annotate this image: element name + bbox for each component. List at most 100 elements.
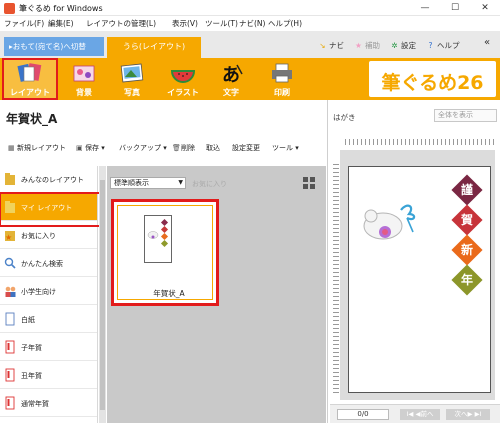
sidebar-item-regular-newyear[interactable]: 通常年賀 (0, 390, 97, 417)
menu-help[interactable]: ヘルプ(H) (268, 18, 302, 29)
preview-status-bar: 0/0 I◀ ◀前へ 次へ▶ ▶I (330, 404, 500, 423)
background-button[interactable]: 背景 (58, 60, 110, 98)
layout-thumbnail[interactable]: 年賀状_A (111, 199, 219, 306)
thumbnail-paper (144, 215, 172, 263)
postcard-preview: 謹 賀 新 年 (348, 166, 491, 393)
tools-dropdown[interactable]: ツール ▾ (272, 143, 299, 153)
backup-label: バックアップ (119, 144, 161, 152)
svg-text:★: ★ (5, 233, 12, 242)
sidebar-item-favorites[interactable]: ★ お気に入り (0, 222, 97, 249)
maximize-button[interactable]: ☐ (440, 0, 470, 16)
settings-link[interactable]: ✲ 設定 (390, 40, 416, 51)
back-layout-tab[interactable]: うら(レイアウト) (107, 37, 201, 58)
print-label: 印刷 (274, 88, 290, 97)
panel-divider (327, 100, 328, 423)
printer-icon (272, 63, 292, 83)
switch-to-front-tab[interactable]: ▸おもて(宛て名)へ切替 (4, 37, 104, 56)
thumbnail-frame: 年賀状_A (117, 205, 213, 300)
thumbnail-design (147, 218, 169, 248)
horizontal-ruler (345, 139, 495, 145)
menu-tools[interactable]: ツール(T) (205, 18, 238, 29)
vertical-ruler (333, 164, 339, 394)
text-button[interactable]: あ 文字 (205, 60, 257, 98)
menu-file[interactable]: ファイル(F) (4, 18, 44, 29)
search-icon (4, 257, 16, 269)
favorite-button[interactable]: お気に入り (192, 179, 227, 189)
children-icon (5, 286, 16, 297)
paper-type-label: はがき (333, 113, 356, 122)
grid-view-icon[interactable] (303, 177, 315, 189)
print-button[interactable]: 印刷 (256, 60, 308, 98)
newyear-card-icon (5, 340, 15, 354)
help-link[interactable]: ? ヘルプ (426, 40, 460, 51)
gear-icon: ✲ (391, 41, 398, 50)
navi-label: ナビ (329, 41, 344, 50)
navi-icon: ↘ (319, 41, 326, 50)
greeting-char: 謹 (460, 183, 473, 197)
tools-label: ツール (272, 144, 293, 152)
newyear-card-icon (5, 396, 15, 410)
photo-button[interactable]: 写真 (106, 60, 158, 98)
sidebar-item-ox-year[interactable]: 丑年賀 (0, 362, 97, 389)
close-button[interactable]: ✕ (470, 0, 500, 16)
layout-button[interactable]: レイアウト (2, 58, 58, 100)
menu-navi[interactable]: ナビ(N) (239, 18, 265, 29)
sidebar-scroll-thumb[interactable] (100, 180, 105, 410)
sidebar-label: かんたん検索 (21, 260, 63, 268)
category-sidebar: みんなのレイアウト マイ レイアウト ★ お気に入り かんたん検索 小学生向け … (0, 166, 103, 423)
prev-page-button[interactable]: I◀ ◀前へ (400, 409, 440, 420)
favorite-folder-icon: ★ (5, 231, 15, 242)
page-counter: 0/0 (337, 409, 389, 420)
delete-label: 削除 (181, 144, 195, 152)
save-label: 保存 (85, 144, 99, 152)
panel-title: 年賀状_A (6, 112, 58, 126)
minimize-button[interactable]: — (410, 0, 440, 16)
sidebar-label: 通常年賀 (21, 400, 49, 408)
sidebar-item-rat-year[interactable]: 子年賀 (0, 334, 97, 361)
greeting-char: 新 (460, 243, 473, 257)
change-settings-button[interactable]: 設定変更 (232, 143, 260, 153)
import-button[interactable]: 取込 (206, 143, 220, 153)
menu-layout-management[interactable]: レイアウトの管理(L) (86, 18, 156, 29)
brush-text-icon: あ (222, 64, 243, 84)
view-mode-select[interactable]: 全体を表示 (434, 109, 497, 122)
assist-label: 補助 (365, 41, 380, 50)
delete-button[interactable]: 🗑削除 (172, 143, 195, 153)
new-icon: ▦ (8, 144, 15, 152)
backup-button[interactable]: バックアップ ▾ (119, 143, 167, 153)
sort-order-select[interactable]: 標準順表示 ▼ (110, 177, 186, 189)
menu-edit[interactable]: 編集(E) (48, 18, 74, 29)
illustration-button[interactable]: イラスト (157, 60, 209, 98)
sidebar-item-for-children[interactable]: 小学生向け (0, 278, 97, 305)
save-button[interactable]: ▣ 保存 ▾ (76, 143, 105, 153)
menu-view[interactable]: 表示(V) (172, 18, 198, 29)
layout-icon (17, 63, 42, 82)
sidebar-item-my-layouts[interactable]: マイ レイアウト (0, 192, 103, 227)
title-bar: 筆ぐるめ for Windows — ☐ ✕ (0, 0, 500, 16)
sort-order-label: 標準順表示 (114, 179, 149, 187)
new-layout-button[interactable]: ▦ 新規レイアウト (8, 143, 66, 153)
svg-text:あ: あ (222, 65, 240, 84)
question-icon: ? (428, 41, 433, 50)
navi-link[interactable]: ↘ ナビ (318, 40, 344, 51)
sidebar-label: お気に入り (21, 232, 56, 240)
sidebar-item-quick-search[interactable]: かんたん検索 (0, 250, 97, 277)
save-icon: ▣ (76, 144, 83, 152)
settings-label: 設定 (401, 41, 416, 50)
sidebar-label: 小学生向け (21, 288, 56, 296)
illustration-label: イラスト (167, 88, 199, 97)
assist-link[interactable]: ★ 補助 (354, 40, 380, 51)
star-icon: ★ (355, 41, 362, 50)
thumbnail-label: 年賀状_A (153, 289, 185, 298)
main-toolbar: レイアウト 背景 写真 イラスト あ 文字 印刷 筆ぐるめ26 (0, 58, 500, 100)
brand-box: 筆ぐるめ26 (369, 61, 496, 97)
sidebar-label: 白紙 (21, 316, 35, 324)
text-label: 文字 (223, 88, 239, 97)
menu-bar: ファイル(F) 編集(E) レイアウトの管理(L) 表示(V) ツール(T) ナ… (0, 16, 500, 31)
sidebar-item-everyone-layouts[interactable]: みんなのレイアウト (0, 166, 97, 193)
greeting-char: 年 (460, 273, 473, 287)
collapse-toggle[interactable]: « (484, 37, 490, 48)
next-page-button[interactable]: 次へ▶ ▶I (446, 409, 490, 420)
watermelon-icon (170, 70, 196, 83)
sidebar-item-blank[interactable]: 白紙 (0, 306, 97, 333)
